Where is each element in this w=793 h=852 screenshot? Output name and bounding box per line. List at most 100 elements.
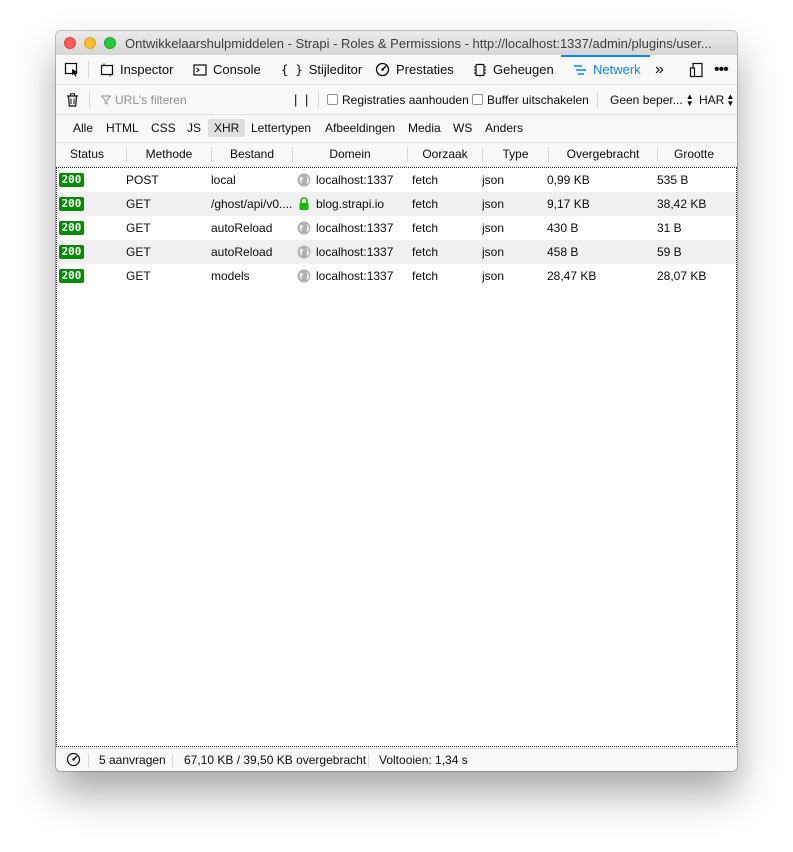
table-row[interactable]: 200 GET autoReload localhost:1337 fetch …	[57, 240, 736, 264]
lock-icon	[299, 197, 309, 210]
throttling-value: Geen beper...	[610, 92, 683, 107]
filter-separator	[89, 91, 90, 108]
network-filter-bar: URL's filteren | | Registraties aanhoude…	[56, 85, 737, 115]
tab-console-label: Console	[213, 62, 261, 77]
clear-requests-button[interactable]	[66, 85, 79, 114]
column-header-type[interactable]: Type	[483, 143, 548, 166]
more-options-button[interactable]: •••	[714, 55, 729, 84]
dock-side-button[interactable]	[689, 55, 711, 84]
type-filter-all[interactable]: Alle	[67, 119, 99, 137]
tab-performance-label: Prestaties	[396, 62, 454, 77]
type-filter-images[interactable]: Afbeeldingen	[319, 119, 401, 137]
persist-logs-checkbox[interactable]: Registraties aanhouden	[327, 85, 469, 114]
request-count: 5 aanvragen	[99, 753, 166, 767]
throttling-select[interactable]: Geen beper... ▲ ▼	[610, 85, 694, 114]
request-list: 200 POST local localhost:1337 fetch json…	[56, 167, 737, 747]
performance-analysis-button[interactable]	[66, 752, 81, 769]
table-row[interactable]: 200 GET models localhost:1337 fetch json…	[57, 264, 736, 288]
globe-icon	[297, 221, 311, 235]
disable-cache-checkbox-box[interactable]	[472, 94, 483, 105]
request-cause: fetch	[412, 173, 439, 187]
table-row[interactable]: 200 GET autoReload localhost:1337 fetch …	[57, 216, 736, 240]
status-badge: 200	[59, 197, 84, 211]
filter-funnel-icon	[101, 95, 111, 105]
status-badge: 200	[59, 221, 84, 235]
request-type: json	[482, 269, 505, 283]
tab-style-editor[interactable]: { } Stijleditor	[281, 55, 362, 84]
memory-icon	[474, 63, 486, 76]
column-header-domain[interactable]: Domein	[293, 143, 407, 166]
request-method: GET	[126, 245, 151, 259]
globe-icon	[297, 245, 311, 259]
dock-side-icon	[689, 62, 703, 77]
table-row[interactable]: 200 POST local localhost:1337 fetch json…	[57, 168, 736, 192]
updown-chevron-icon: ▲ ▼	[726, 91, 735, 108]
request-cause: fetch	[412, 221, 439, 235]
globe-icon	[297, 269, 311, 283]
pause-icon: | |	[294, 92, 311, 107]
table-row[interactable]: 200 GET /ghost/api/v0.... blog.strapi.io…	[57, 192, 736, 216]
network-status-bar: 5 aanvragen 67,10 KB / 39,50 KB overgebr…	[56, 748, 737, 771]
column-header-transferred[interactable]: Overgebracht	[549, 143, 657, 166]
status-separator	[172, 754, 173, 767]
request-domain: localhost:1337	[316, 221, 394, 235]
inspector-icon	[100, 63, 114, 76]
more-tools-chevron[interactable]: »	[655, 55, 664, 84]
minimize-window-button[interactable]	[84, 37, 96, 49]
window-title: Ontwikkelaarshulpmiddelen - Strapi - Rol…	[125, 36, 712, 51]
persist-logs-label: Registraties aanhouden	[342, 92, 469, 107]
request-cause: fetch	[412, 197, 439, 211]
braces-icon: { }	[281, 62, 303, 77]
tab-inspector-label: Inspector	[120, 62, 174, 77]
tab-performance[interactable]: Prestaties	[375, 55, 454, 84]
type-filter-html[interactable]: HTML	[100, 119, 145, 137]
tab-memory[interactable]: Geheugen	[473, 55, 554, 84]
request-type: json	[482, 173, 505, 187]
pause-button[interactable]: | |	[294, 85, 310, 114]
globe-icon	[297, 173, 311, 187]
type-filter-css[interactable]: CSS	[145, 119, 182, 137]
request-file: autoReload	[211, 221, 273, 235]
status-badge: 200	[59, 173, 84, 187]
persist-logs-checkbox-box[interactable]	[327, 94, 338, 105]
performance-icon	[375, 62, 390, 77]
element-picker-button[interactable]	[64, 55, 86, 84]
type-filter-js[interactable]: JS	[181, 119, 207, 137]
request-domain: localhost:1337	[316, 173, 394, 187]
type-filter-ws[interactable]: WS	[447, 119, 478, 137]
har-menu-button[interactable]: HAR ▲ ▼	[699, 85, 734, 114]
request-method: GET	[126, 197, 151, 211]
status-badge: 200	[59, 245, 84, 259]
request-file: autoReload	[211, 245, 273, 259]
request-domain: localhost:1337	[316, 269, 394, 283]
column-header-status[interactable]: Status	[56, 143, 118, 166]
type-filter-xhr[interactable]: XHR	[208, 119, 246, 137]
tab-network-label: Netwerk	[593, 62, 641, 77]
url-filter-input[interactable]: URL's filteren	[101, 85, 281, 114]
maximize-window-button[interactable]	[104, 37, 116, 49]
disable-cache-checkbox[interactable]: Buffer uitschakelen	[472, 85, 589, 114]
column-header-size[interactable]: Grootte	[658, 143, 730, 166]
ellipsis-icon: •••	[714, 60, 729, 78]
tab-network[interactable]: Netwerk	[573, 55, 641, 84]
tab-inspector[interactable]: Inspector	[100, 55, 173, 84]
title-bar: Ontwikkelaarshulpmiddelen - Strapi - Rol…	[56, 31, 737, 56]
type-filter-media[interactable]: Media	[402, 119, 447, 137]
request-method: GET	[126, 269, 151, 283]
column-header-cause[interactable]: Oorzaak	[408, 143, 482, 166]
request-type-filters: Alle HTML CSS JS XHR Lettertypen Afbeeld…	[56, 115, 737, 143]
tab-console[interactable]: Console	[193, 55, 261, 84]
request-size: 38,42 KB	[657, 197, 707, 211]
request-file: models	[211, 269, 250, 283]
type-filter-other[interactable]: Anders	[479, 119, 529, 137]
updown-chevron-icon: ▲ ▼	[685, 91, 694, 108]
column-header-method[interactable]: Methode	[127, 143, 211, 166]
type-filter-fonts[interactable]: Lettertypen	[245, 119, 317, 137]
devtools-toolbar: Inspector Console { } Stijleditor Presta…	[56, 55, 737, 85]
request-transferred: 458 B	[547, 245, 579, 259]
close-window-button[interactable]	[64, 37, 76, 49]
finish-time: Voltooien: 1,34 s	[379, 753, 468, 767]
devtools-window: Ontwikkelaarshulpmiddelen - Strapi - Rol…	[56, 31, 737, 771]
request-file: /ghost/api/v0....	[211, 197, 293, 211]
column-header-file[interactable]: Bestand	[212, 143, 292, 166]
